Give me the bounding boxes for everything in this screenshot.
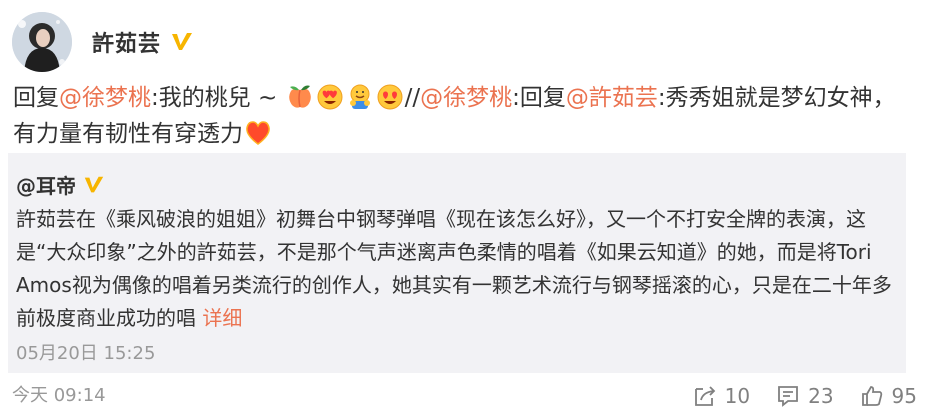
post-content: 回复@徐梦桃:我的桃兒 ~ //@徐梦桃:回复@許茹芸:秀秀姐就是梦幻女神，有力… [13,80,918,152]
like-icon [861,386,882,406]
quoted-body: 許茹芸在《乘风破浪的姐姐》初舞台中钢琴弹唱《现在该怎么好》，又一个不打安全牌的表… [16,207,892,330]
peach-emoji [286,83,314,111]
verified-v-icon [169,29,195,55]
heart-emoji [244,119,272,147]
share-icon [694,386,715,406]
more-link[interactable]: 详细 [202,306,242,330]
reply-label: 回复 [13,85,59,111]
separator: // [404,85,421,111]
mention-link[interactable]: @徐梦桃 [420,85,512,111]
comment-count: 23 [808,384,834,408]
comment-icon [778,386,798,407]
mention-link[interactable]: @許茹芸 [566,85,658,111]
quoted-author-name[interactable]: @耳帝 [16,170,76,199]
like-count: 95 [891,384,917,408]
repost-count: 10 [724,384,751,408]
comment-button[interactable]: 23 [776,384,834,408]
verified-v-icon [82,173,106,197]
post-header: 許茹芸 [12,12,195,72]
reply-label: :回复 [512,85,566,111]
quoted-timestamp[interactable]: 05月20日 15:25 [16,339,155,365]
repost-button[interactable]: 10 [693,384,750,408]
post-text: :我的桃兒 ~ [151,85,285,111]
mention-link[interactable]: @徐梦桃 [59,85,151,111]
heart-eyes-emoji [316,83,344,111]
post-footer: 今天 09:14 10 23 95 [12,383,917,413]
post-timestamp[interactable]: 今天 09:14 [12,383,106,409]
username[interactable]: 許茹芸 [92,26,161,58]
heart-eyes-emoji [376,83,404,111]
hug-emoji [346,83,374,111]
avatar[interactable] [12,12,72,72]
quoted-author: @耳帝 [16,170,106,199]
quoted-text: 許茹芸在《乘风破浪的姐姐》初舞台中钢琴弹唱《现在该怎么好》，又一个不打安全牌的表… [16,203,901,335]
quoted-post[interactable]: @耳帝 許茹芸在《乘风破浪的姐姐》初舞台中钢琴弹唱《现在该怎么好》，又一个不打安… [8,153,906,373]
like-button[interactable]: 95 [860,384,917,408]
action-bar: 10 23 95 [667,383,917,409]
